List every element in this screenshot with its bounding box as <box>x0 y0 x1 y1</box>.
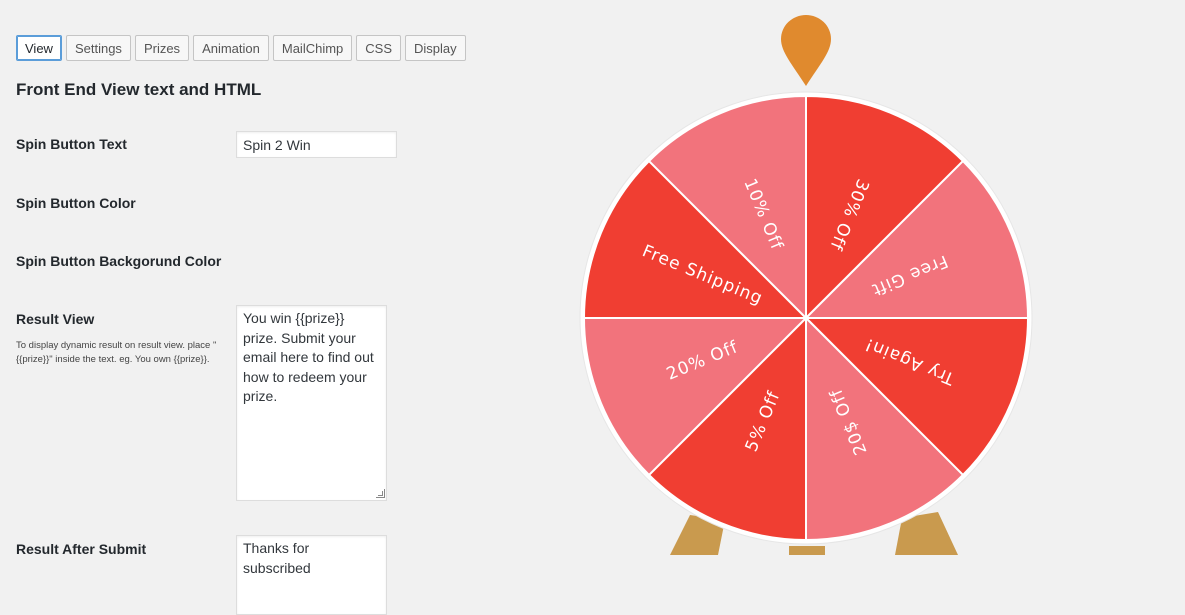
tab-display[interactable]: Display <box>405 35 466 61</box>
wheel-slices <box>582 94 1030 542</box>
result-view-textarea[interactable]: You win {{prize}} prize. Submit your ema… <box>236 305 387 501</box>
wheel-pointer <box>781 15 831 86</box>
section-title: Front End View text and HTML <box>16 80 262 99</box>
spin-button-bg-color-label: Spin Button Backgorund Color <box>16 253 222 269</box>
result-view-hint: To display dynamic result on result view… <box>16 340 217 365</box>
tab-settings[interactable]: Settings <box>65 35 131 61</box>
tab-mailchimp[interactable]: MailChimp <box>272 35 353 61</box>
wheel-preview: Try Again! 20$ Off 5% Off 20% Off Free Shipp… <box>560 0 1060 605</box>
tab-prizes[interactable]: Prizes <box>134 35 190 61</box>
spin-button-text-label: Spin Button Text <box>16 136 127 152</box>
stand-leg <box>789 546 825 555</box>
result-after-submit-label: Result After Submit <box>16 541 147 557</box>
spin-button-text-input[interactable] <box>236 131 397 158</box>
result-after-submit-textarea[interactable]: Thanks for subscribed <box>236 535 387 615</box>
spin-button-color-label: Spin Button Color <box>16 195 136 211</box>
prize-wheel: Try Again!20$ Off5% Off20% OffFree Shipp… <box>579 15 1033 555</box>
tab-animation[interactable]: Animation <box>193 35 269 61</box>
tab-view[interactable]: View <box>16 35 62 61</box>
result-view-label: Result View <box>16 311 95 327</box>
tab-css[interactable]: CSS <box>356 35 402 61</box>
resize-handle[interactable] <box>376 489 385 498</box>
tab-bar: View Settings Prizes Animation MailChimp… <box>16 35 466 61</box>
